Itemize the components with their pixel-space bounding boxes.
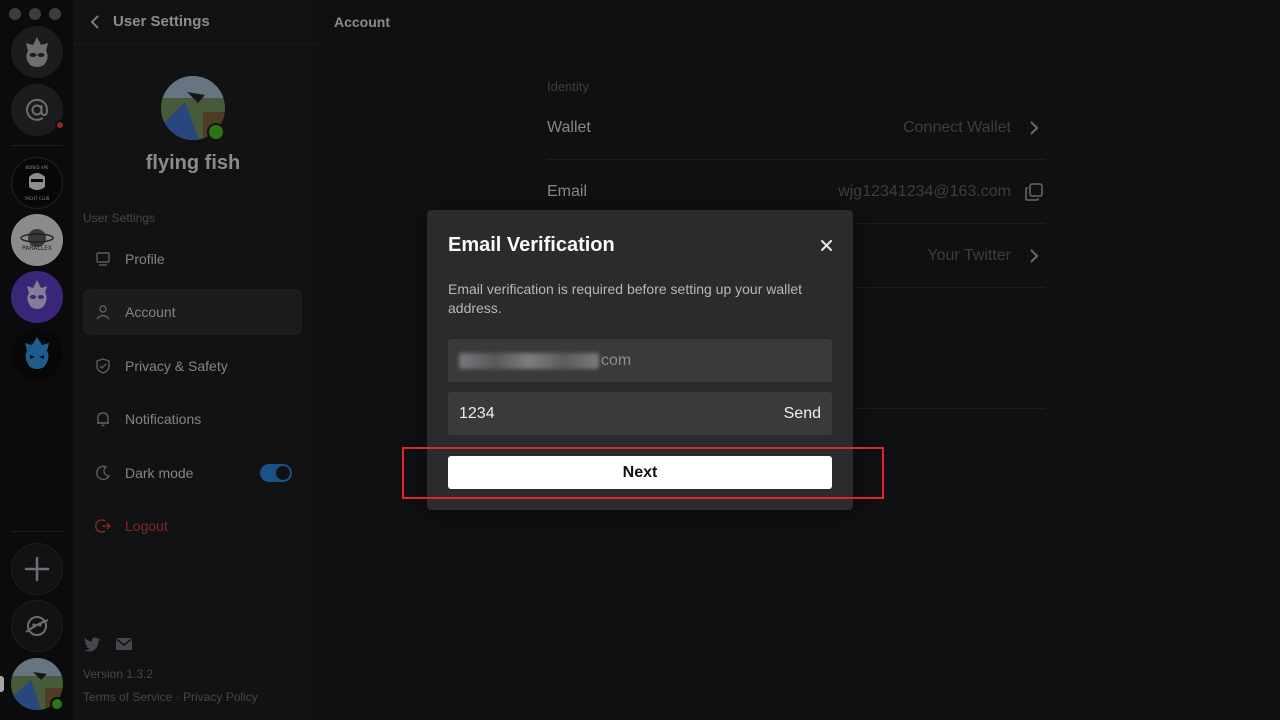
verification-code-input[interactable] xyxy=(459,404,739,423)
verification-code-field: Send xyxy=(448,392,832,435)
email-field: com xyxy=(448,339,832,382)
dialog-title: Email Verification xyxy=(448,234,615,256)
highlight-box xyxy=(402,447,884,499)
send-code-button[interactable]: Send xyxy=(784,405,821,423)
email-suffix: com xyxy=(601,351,632,369)
dialog-description: Email verification is required before se… xyxy=(448,281,803,316)
close-button[interactable] xyxy=(817,236,835,254)
close-icon xyxy=(820,239,832,251)
redacted-email xyxy=(459,352,599,369)
